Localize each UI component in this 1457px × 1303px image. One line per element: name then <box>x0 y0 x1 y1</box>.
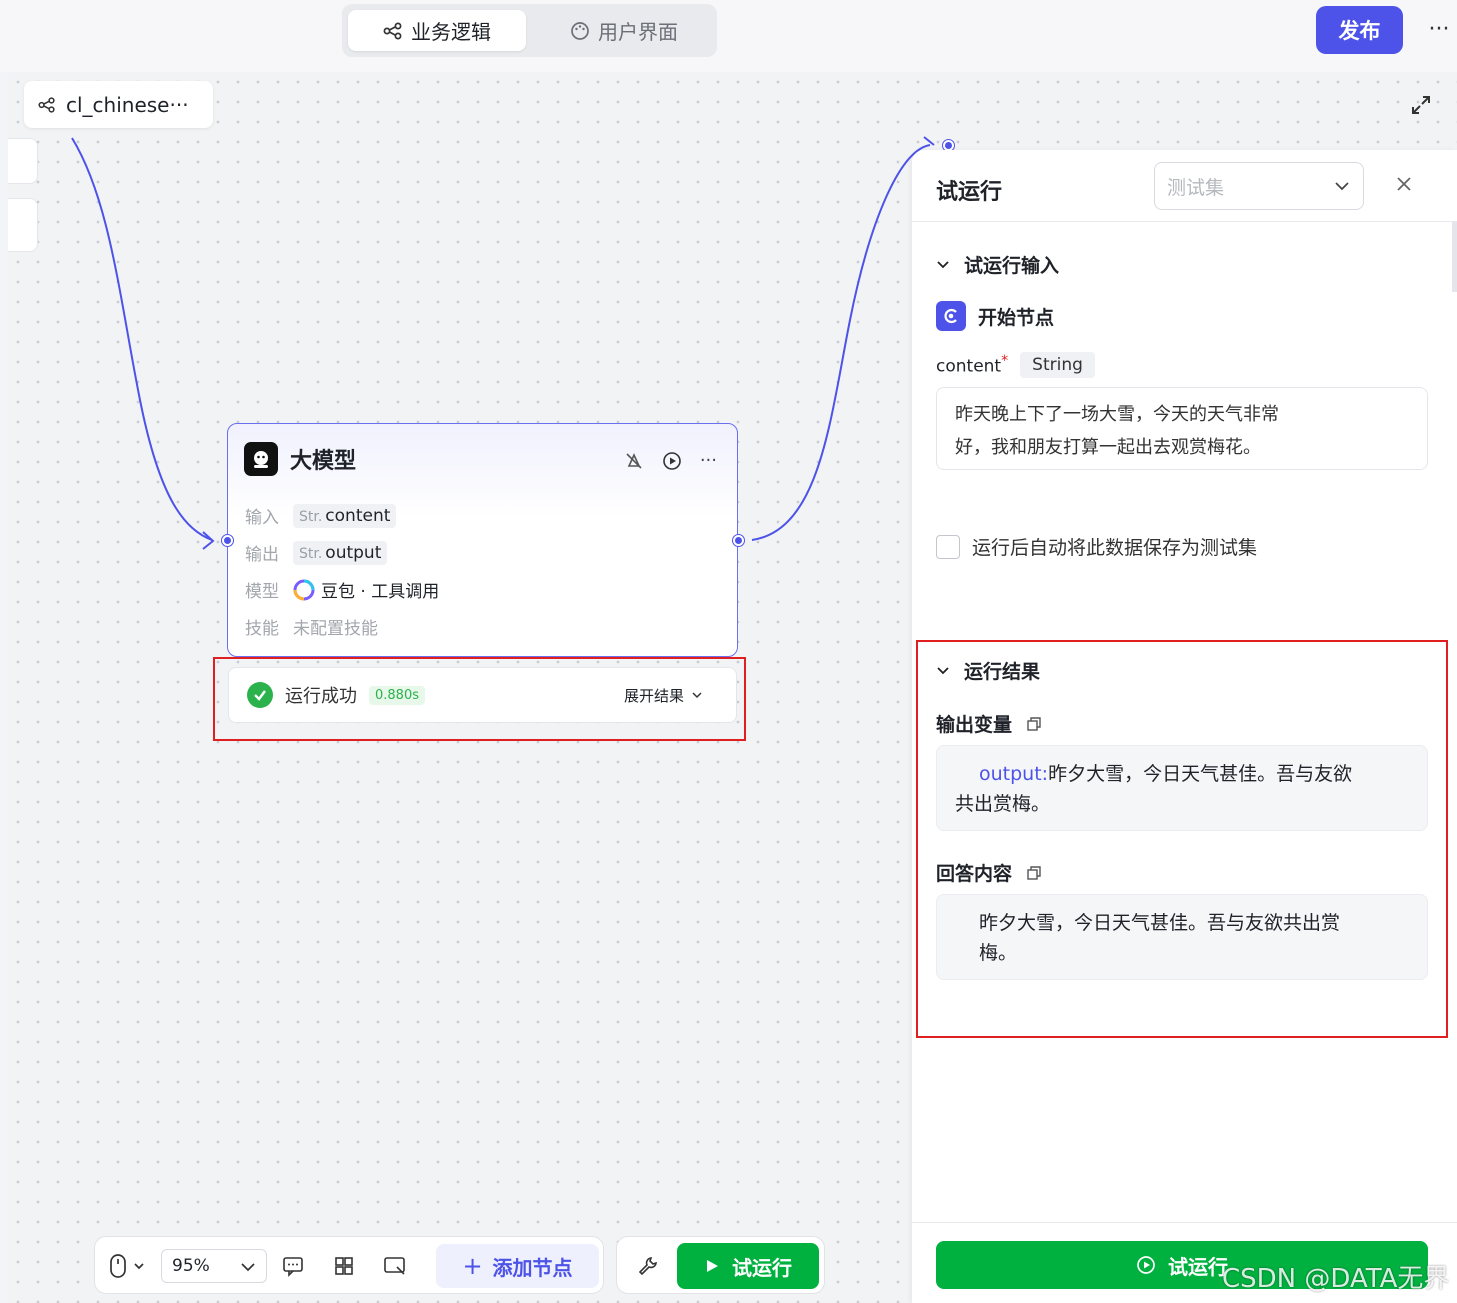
app-root: 业务逻辑 用户界面 发布 ··· cl_chinese··· 大模型 ··· 输… <box>0 0 1457 1303</box>
add-node-label: 添加节点 <box>492 1255 573 1280</box>
llm-node[interactable]: 大模型 ··· 输入 Str. content 输出 Str. output 模型 … <box>227 423 738 657</box>
type-prefix: Str. <box>299 545 323 562</box>
row-label: 模型 <box>245 582 279 602</box>
row-label: 输入 <box>245 508 279 528</box>
required-mark: * <box>1001 353 1009 370</box>
watermark: CSDN @DATA无界 <box>1222 1264 1450 1294</box>
field-name: content <box>936 356 1002 377</box>
node-more-icon[interactable]: ··· <box>700 450 717 471</box>
start-node-label: 开始节点 <box>936 301 1054 331</box>
test-run-button[interactable]: 试运行 <box>677 1243 819 1289</box>
start-node-name: 开始节点 <box>978 306 1055 329</box>
model-value: 豆包 · 工具调用 <box>293 577 439 602</box>
wrench-icon[interactable] <box>637 1255 659 1277</box>
mouse-icon[interactable] <box>109 1254 147 1278</box>
expand-result-button[interactable]: 展开结果 <box>624 685 704 706</box>
content-field-label: content* String <box>936 352 1095 378</box>
input-section-header[interactable]: 试运行输入 <box>936 251 1059 278</box>
chevron-down-icon <box>241 1263 255 1272</box>
minimap-icon[interactable] <box>383 1255 407 1277</box>
content-line: 好，我和朋友打算一起出去观赏梅花。 <box>955 437 1261 458</box>
model-name: 豆包 · 工具调用 <box>321 582 440 602</box>
checkbox-box[interactable] <box>936 534 960 559</box>
doubao-logo-icon <box>293 579 315 600</box>
play-icon <box>707 1260 718 1272</box>
run-status-bar: 运行成功 0.880s 展开结果 <box>228 667 737 723</box>
node-actions: ··· <box>624 450 717 471</box>
plus-icon: + <box>462 1252 483 1280</box>
highlight-box <box>916 640 1448 1038</box>
run-toolbar: 试运行 <box>616 1236 825 1294</box>
panel-run-label: 试运行 <box>1168 1254 1228 1279</box>
start-node-icon <box>936 301 966 331</box>
variable-name: output <box>325 542 382 563</box>
testset-placeholder: 测试集 <box>1167 176 1225 199</box>
input-port[interactable] <box>222 535 233 546</box>
comment-icon[interactable] <box>282 1255 304 1277</box>
node-row-input: 输入 Str. content <box>245 503 397 528</box>
edge-in <box>71 137 213 541</box>
layout-icon[interactable] <box>333 1255 355 1277</box>
skills-value: 未配置技能 <box>293 619 378 639</box>
chevron-down-icon <box>937 260 949 268</box>
content-line: 昨天晚上下了一场大雪，今天的天气非常 <box>955 404 1279 425</box>
node-row-skills: 技能 未配置技能 <box>245 614 378 639</box>
field-type-tag: String <box>1020 352 1095 378</box>
scrollbar[interactable] <box>1452 222 1457 292</box>
add-node-button[interactable]: + 添加节点 <box>436 1244 599 1288</box>
divider <box>912 1222 1457 1223</box>
edge-out <box>751 144 931 541</box>
status-text: 运行成功 <box>285 686 357 707</box>
row-label: 技能 <box>245 619 279 639</box>
test-run-label: 试运行 <box>732 1255 792 1280</box>
play-circle-icon <box>1137 1256 1155 1274</box>
row-label: 输出 <box>245 545 279 565</box>
input-section-title: 试运行输入 <box>964 255 1060 277</box>
output-port[interactable] <box>733 535 744 546</box>
variable-name: content <box>325 505 391 526</box>
node-title: 大模型 <box>290 449 357 474</box>
type-prefix: Str. <box>299 508 323 525</box>
chevron-down-icon <box>1335 182 1349 191</box>
variable-tag: Str. content <box>293 503 397 528</box>
variable-tag: Str. output <box>293 540 388 565</box>
close-icon[interactable] <box>1394 174 1414 194</box>
testset-select[interactable]: 测试集 <box>1154 162 1364 210</box>
node-row-model: 模型 豆包 · 工具调用 <box>245 577 439 602</box>
edge-in-arrow <box>202 531 215 550</box>
content-input[interactable]: 昨天晚上下了一场大雪，今天的天气非常 好，我和朋友打算一起出去观赏梅花。 <box>936 387 1428 470</box>
run-node-icon[interactable] <box>662 451 682 471</box>
debug-off-icon[interactable] <box>624 451 644 471</box>
expand-result-label: 展开结果 <box>623 686 684 705</box>
panel-title: 试运行 <box>936 180 1003 205</box>
canvas-toolbar: 95% + 添加节点 <box>94 1236 604 1294</box>
success-check-icon <box>247 682 273 708</box>
save-testset-checkbox[interactable]: 运行后自动将此数据保存为测试集 <box>936 533 1257 560</box>
checkbox-label: 运行后自动将此数据保存为测试集 <box>972 537 1258 559</box>
node-row-output: 输出 Str. output <box>245 540 388 565</box>
zoom-value: 95% <box>172 1256 210 1276</box>
node-header: 大模型 <box>244 442 356 476</box>
zoom-select[interactable]: 95% <box>161 1249 267 1283</box>
chevron-down-icon <box>692 692 702 699</box>
edge-out-arrow <box>923 136 935 146</box>
divider <box>912 221 1457 222</box>
llm-logo-icon <box>244 442 278 476</box>
run-duration-badge: 0.880s <box>369 685 425 705</box>
